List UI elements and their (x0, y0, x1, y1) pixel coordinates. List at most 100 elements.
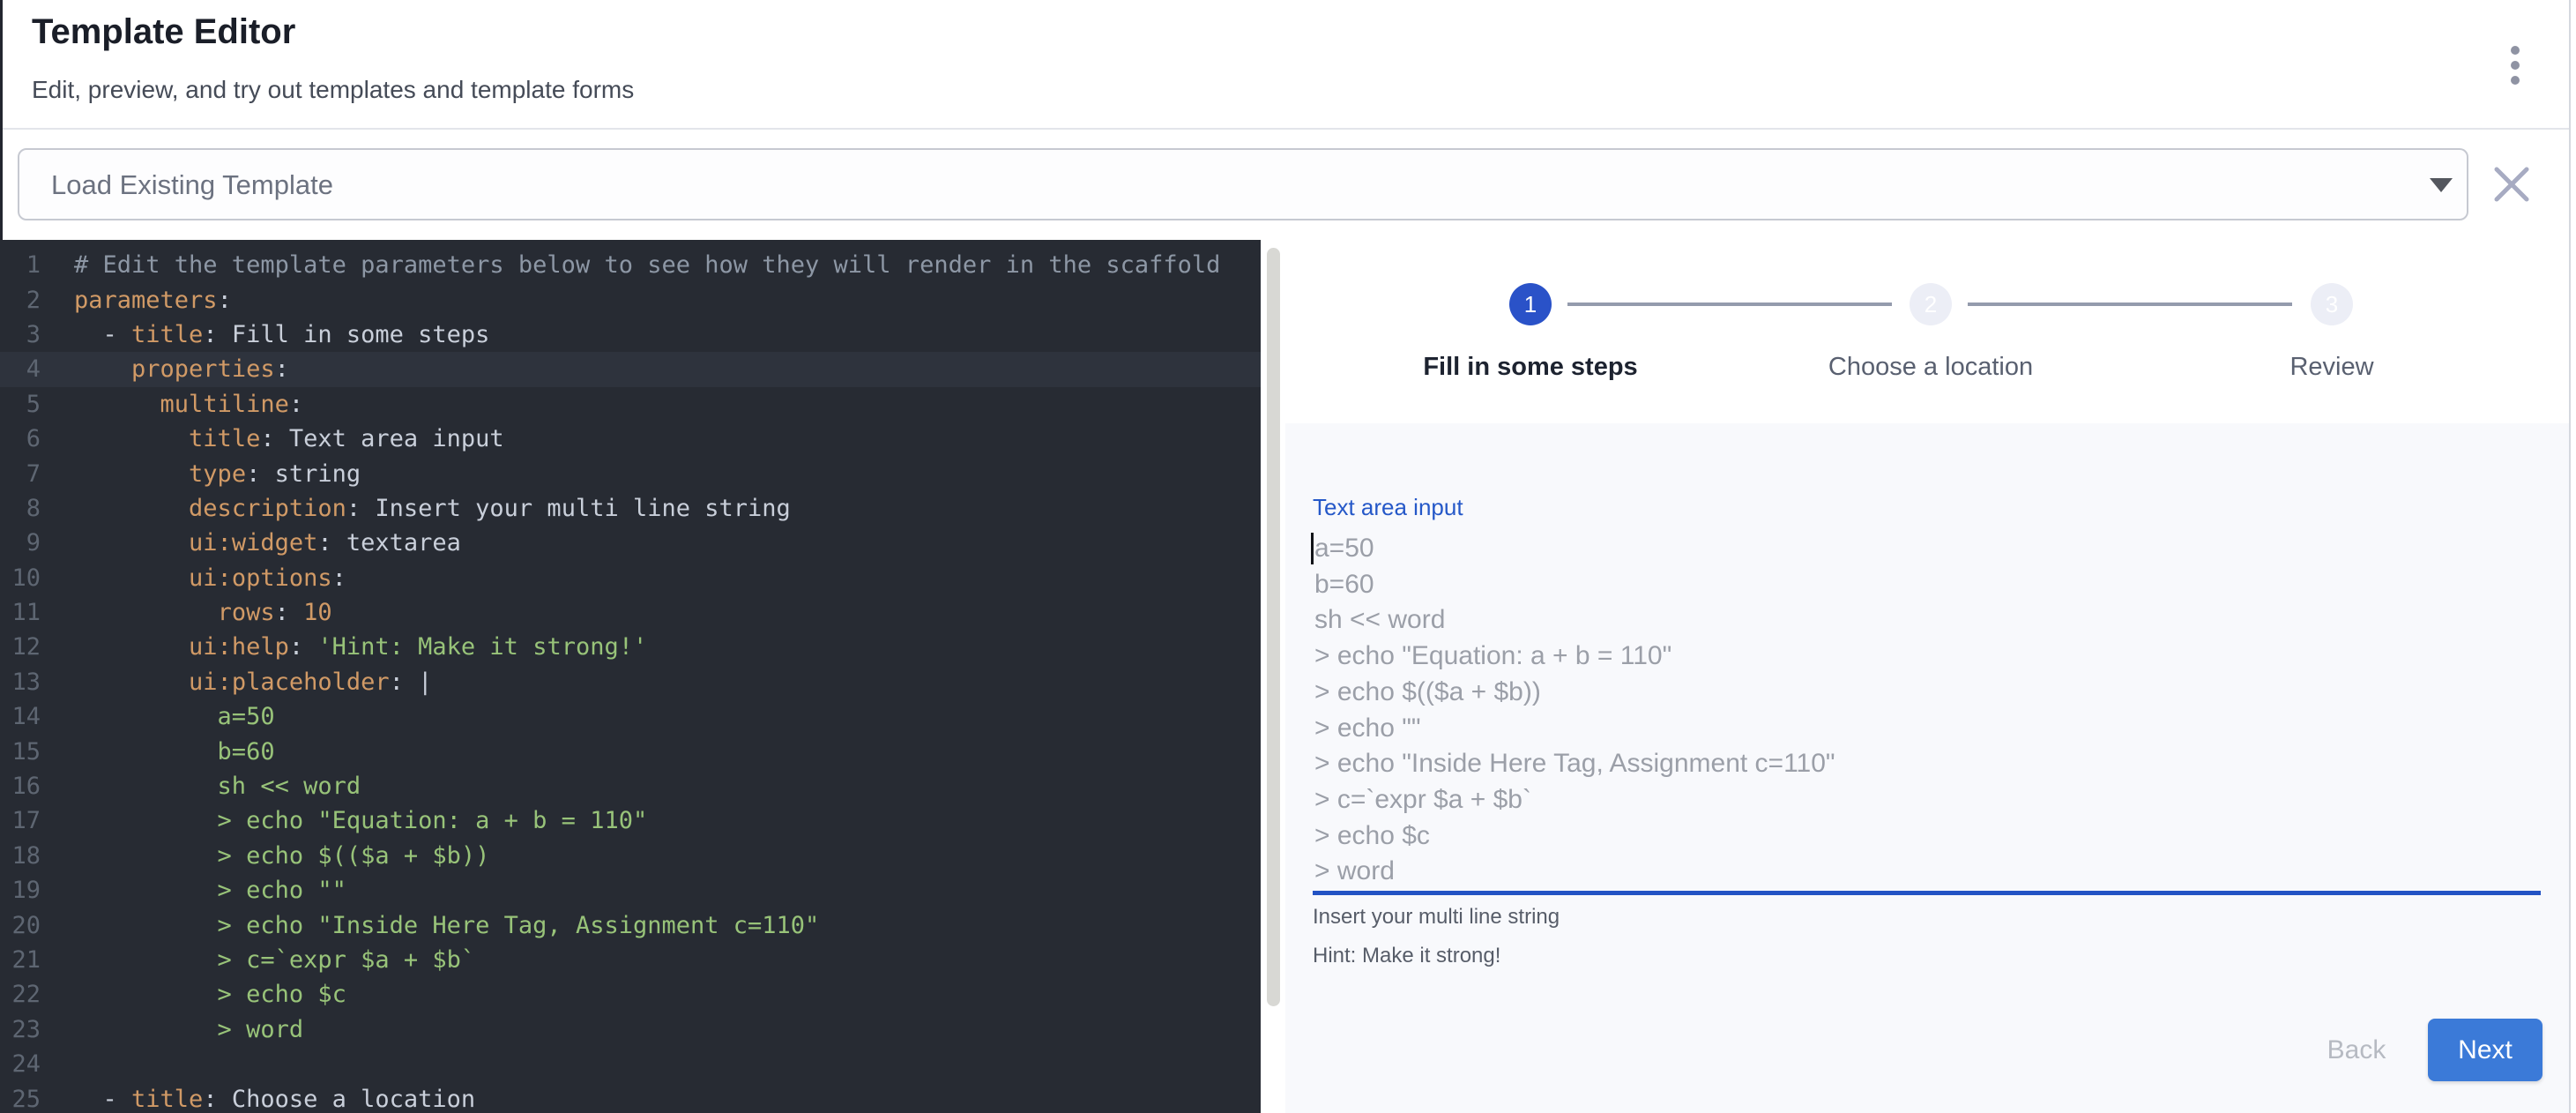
back-button[interactable]: Back (2304, 1028, 2409, 1072)
line-number: 23 (0, 1016, 41, 1043)
code-text: > echo "" (74, 877, 346, 904)
code-line[interactable]: 3 - title: Fill in some steps (0, 317, 1261, 352)
line-number: 8 (0, 495, 41, 522)
input-underline (1313, 891, 2541, 895)
load-template-placeholder: Load Existing Template (51, 169, 333, 201)
code-line[interactable]: 9 ui:widget: textarea (0, 526, 1261, 560)
code-editor[interactable]: 1# Edit the template parameters below to… (0, 240, 1261, 1113)
kebab-menu-icon (2511, 46, 2520, 55)
code-line[interactable]: 23 > word (0, 1012, 1261, 1047)
code-line[interactable]: 21 > c=`expr $a + $b` (0, 943, 1261, 977)
step-connector (1567, 303, 1892, 306)
step-indicator-3: 3 (2311, 283, 2353, 325)
code-lines: 1# Edit the template parameters below to… (0, 248, 1261, 1113)
code-text: sh << word (74, 773, 361, 800)
line-number: 5 (0, 391, 41, 418)
line-number: 18 (0, 842, 41, 870)
line-number: 9 (0, 529, 41, 556)
text-cursor (1311, 533, 1314, 564)
step-number: 3 (2326, 291, 2338, 318)
code-text: ui:widget: textarea (74, 529, 461, 556)
line-number: 7 (0, 460, 41, 488)
code-text: a=50 (74, 703, 275, 730)
line-number: 12 (0, 633, 41, 661)
code-line[interactable]: 5 multiline: (0, 387, 1261, 422)
code-text: b=60 (74, 738, 275, 766)
code-line[interactable]: 19 > echo "" (0, 873, 1261, 908)
code-line[interactable]: 13 ui:placeholder: | (0, 665, 1261, 699)
line-number: 10 (0, 564, 41, 592)
code-line[interactable]: 14 a=50 (0, 699, 1261, 734)
field-description: Insert your multi line string (1313, 905, 1560, 930)
more-options-button[interactable] (2494, 42, 2536, 88)
code-line[interactable]: 18 > echo $(($a + $b)) (0, 839, 1261, 873)
line-number: 17 (0, 807, 41, 834)
line-number: 25 (0, 1086, 41, 1113)
code-text: > echo $c (74, 981, 346, 1008)
code-line[interactable]: 8 description: Insert your multi line st… (0, 491, 1261, 526)
line-number: 19 (0, 877, 41, 904)
code-line[interactable]: 20 > echo "Inside Here Tag, Assignment c… (0, 908, 1261, 942)
field-hint: Hint: Make it strong! (1313, 944, 1500, 968)
line-number: 3 (0, 321, 41, 348)
step-number: 2 (1925, 291, 1937, 318)
code-line[interactable]: 11 rows: 10 (0, 595, 1261, 630)
template-editor-page: Template Editor Edit, preview, and try o… (0, 0, 2576, 1113)
code-text: multiline: (74, 391, 303, 418)
line-number: 13 (0, 669, 41, 696)
code-line[interactable]: 10 ui:options: (0, 561, 1261, 595)
code-text: > c=`expr $a + $b` (74, 946, 475, 974)
textarea-field-label: Text area input (1313, 494, 1463, 521)
code-line[interactable]: 15 b=60 (0, 734, 1261, 768)
step-label-review: Review (2111, 353, 2552, 382)
code-line[interactable]: 2parameters: (0, 282, 1261, 317)
code-line[interactable]: 4 properties: (0, 352, 1261, 386)
line-number: 2 (0, 287, 41, 314)
line-number: 4 (0, 355, 41, 383)
step-number: 1 (1524, 291, 1537, 318)
editor-scrollbar[interactable] (1267, 248, 1280, 1006)
load-template-select[interactable]: Load Existing Template (18, 148, 2468, 220)
code-text: title: Text area input (74, 425, 504, 452)
code-text: rows: 10 (74, 599, 332, 626)
line-number: 20 (0, 912, 41, 939)
page-header: Template Editor Edit, preview, and try o… (3, 0, 2569, 130)
code-text: > echo $(($a + $b)) (74, 842, 489, 870)
line-number: 24 (0, 1050, 41, 1078)
line-number: 15 (0, 738, 41, 766)
multiline-textarea[interactable] (1313, 529, 2547, 896)
code-line[interactable]: 25 - title: Choose a location (0, 1081, 1261, 1113)
line-number: 16 (0, 773, 41, 800)
code-line[interactable]: 24 (0, 1047, 1261, 1081)
page-subtitle: Edit, preview, and try out templates and… (32, 76, 634, 104)
line-number: 6 (0, 425, 41, 452)
clear-template-button[interactable] (2490, 162, 2534, 206)
chevron-down-icon (2430, 178, 2453, 192)
code-text: ui:placeholder: | (74, 669, 432, 696)
step-indicator-1: 1 (1509, 283, 1552, 325)
code-text: > echo "Equation: a + b = 110" (74, 807, 647, 834)
line-number: 22 (0, 981, 41, 1008)
code-text: ui:help: 'Hint: Make it strong!' (74, 633, 647, 661)
code-text: description: Insert your multi line stri… (74, 495, 791, 522)
window-right-edge (2569, 0, 2571, 1113)
code-line[interactable]: 7 type: string (0, 456, 1261, 490)
code-text: - title: Choose a location (74, 1086, 475, 1113)
step-indicator-2: 2 (1910, 283, 1952, 325)
code-line[interactable]: 16 sh << word (0, 769, 1261, 803)
next-button[interactable]: Next (2428, 1019, 2542, 1081)
step-label-fill-in-some-steps: Fill in some steps (1310, 353, 1751, 382)
code-text: ui:options: (74, 564, 346, 592)
code-line[interactable]: 17 > echo "Equation: a + b = 110" (0, 803, 1261, 838)
line-number: 11 (0, 599, 41, 626)
step-connector (1968, 303, 2292, 306)
line-number: 1 (0, 251, 41, 279)
code-text: > echo "Inside Here Tag, Assignment c=11… (74, 912, 819, 939)
code-text: properties: (74, 355, 289, 383)
code-line[interactable]: 1# Edit the template parameters below to… (0, 248, 1261, 282)
code-text: - title: Fill in some steps (74, 321, 489, 348)
code-line[interactable]: 12 ui:help: 'Hint: Make it strong!' (0, 630, 1261, 664)
kebab-menu-icon (2511, 61, 2520, 70)
code-line[interactable]: 6 title: Text area input (0, 422, 1261, 456)
code-line[interactable]: 22 > echo $c (0, 977, 1261, 1012)
